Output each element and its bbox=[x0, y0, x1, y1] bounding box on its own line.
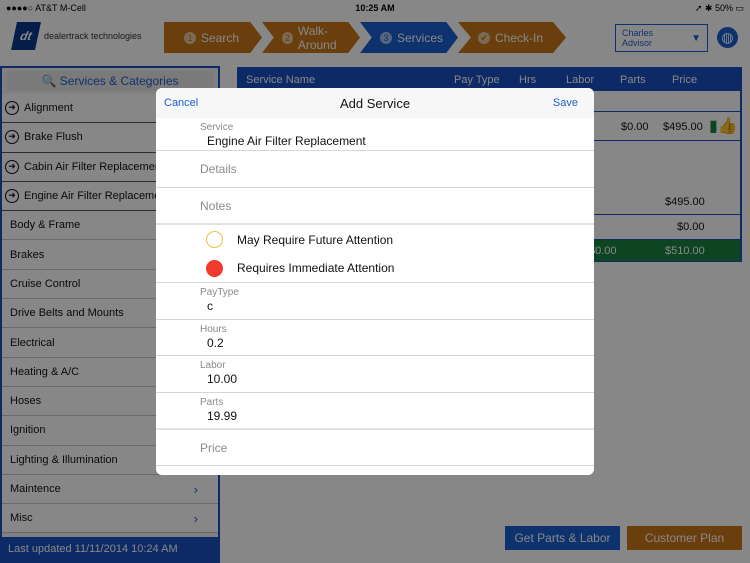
add-service-modal: Cancel Add Service Save Service Engine A… bbox=[156, 88, 594, 475]
hours-value: 0.2 bbox=[207, 336, 224, 350]
parts-field[interactable]: Parts 19.99 bbox=[156, 393, 594, 430]
save-button[interactable]: Save bbox=[553, 97, 578, 109]
details-field[interactable]: Details bbox=[156, 151, 594, 188]
labor-label: Labor bbox=[200, 360, 226, 371]
parts-value: 19.99 bbox=[207, 409, 238, 423]
parts-label: Parts bbox=[200, 397, 224, 408]
labor-field[interactable]: Labor 10.00 bbox=[156, 356, 594, 393]
service-field[interactable]: Service Engine Air Filter Replacement bbox=[156, 118, 594, 151]
hours-label: Hours bbox=[200, 324, 227, 335]
hours-field[interactable]: Hours 0.2 bbox=[156, 320, 594, 356]
paytype-label: PayType bbox=[200, 287, 239, 298]
radio-label: Requires Immediate Attention bbox=[237, 261, 395, 275]
red-circle-icon bbox=[206, 259, 223, 277]
details-placeholder: Details bbox=[200, 162, 237, 176]
price-placeholder: Price bbox=[200, 441, 228, 455]
notes-placeholder: Notes bbox=[200, 199, 232, 213]
service-value: Engine Air Filter Replacement bbox=[207, 134, 366, 148]
modal-header: Cancel Add Service Save bbox=[156, 88, 594, 118]
notes-field[interactable]: Notes bbox=[156, 188, 594, 225]
radio-label: May Require Future Attention bbox=[237, 232, 394, 247]
service-label: Service bbox=[200, 122, 234, 133]
radio-immediate-attention[interactable]: Requires Immediate Attention bbox=[156, 254, 594, 283]
modal-title: Add Service bbox=[339, 96, 411, 111]
paytype-value: c bbox=[207, 299, 213, 313]
radio-future-attention[interactable]: May Require Future Attention bbox=[156, 225, 594, 254]
paytype-field[interactable]: PayType c bbox=[156, 283, 594, 320]
price-field[interactable]: Price bbox=[156, 430, 594, 466]
labor-value: 10.00 bbox=[207, 372, 238, 386]
yellow-circle-icon bbox=[206, 231, 223, 248]
